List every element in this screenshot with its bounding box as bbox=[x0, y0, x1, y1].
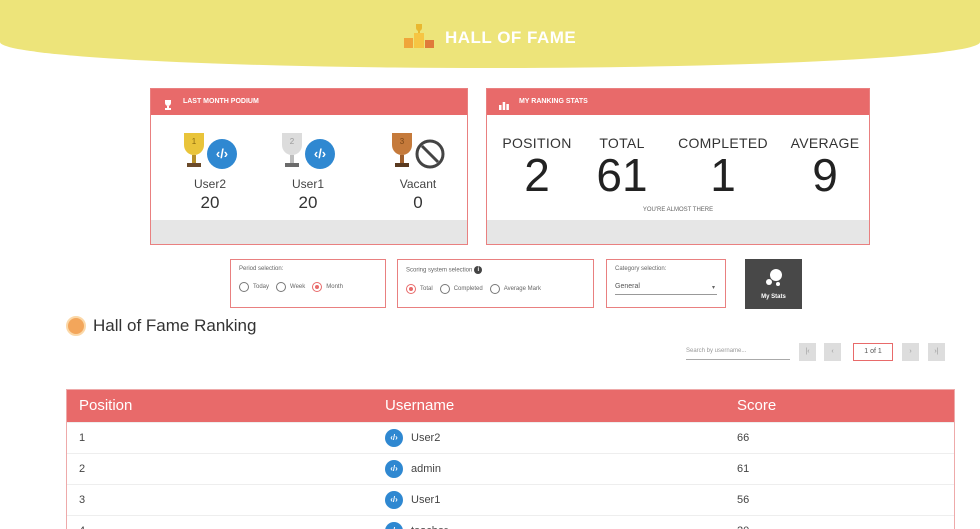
bronze-cup-icon: 3 bbox=[392, 133, 412, 167]
page-title: HALL OF FAME bbox=[0, 24, 980, 53]
period-option-week[interactable]: Week bbox=[276, 282, 305, 292]
podium-entry-first: 1 ‹/› User2 20 bbox=[165, 133, 255, 213]
code-icon: ‹/› bbox=[385, 522, 403, 529]
code-icon: ‹/› bbox=[385, 429, 403, 447]
gold-cup-icon: 1 bbox=[184, 133, 204, 167]
radio-icon[interactable] bbox=[239, 282, 249, 292]
scoring-option-completed[interactable]: Completed bbox=[439, 284, 483, 294]
table-row[interactable]: 2 ‹/› admin 61 bbox=[67, 453, 954, 484]
period-option-month[interactable]: Month bbox=[312, 282, 343, 292]
svg-text:2: 2 bbox=[290, 137, 295, 146]
stat-value: 9 bbox=[812, 149, 838, 201]
scoring-system-box: Scoring system selection i Total Complete… bbox=[397, 259, 594, 308]
table-row[interactable]: 1 ‹/› User2 66 bbox=[67, 422, 954, 453]
username-search-input[interactable]: Search by username... bbox=[686, 348, 790, 360]
ranking-card-header: MY RANKING STATS bbox=[487, 89, 869, 115]
radio-selected-icon[interactable] bbox=[406, 284, 416, 294]
stat-total: TOTAL 61 bbox=[587, 135, 657, 199]
podium-score: 20 bbox=[200, 193, 220, 212]
my-stats-label: My Stats bbox=[761, 294, 786, 300]
radio-selected-icon[interactable] bbox=[312, 282, 323, 292]
page-title-text: HALL OF FAME bbox=[444, 27, 577, 47]
podium-entry-third: 3 Vacant 0 bbox=[373, 133, 463, 213]
row-position: 1 bbox=[79, 432, 86, 444]
radio-icon[interactable] bbox=[439, 284, 450, 294]
stat-value: 1 bbox=[710, 149, 736, 201]
encouragement-text: YOU'RE ALMOST THERE bbox=[642, 207, 714, 213]
page: HALL OF FAME LAST MONTH PODIUM 1 ‹/› Use… bbox=[0, 0, 980, 529]
podium-score: 20 bbox=[298, 193, 318, 212]
code-icon: ‹/› bbox=[385, 491, 403, 509]
table-row[interactable]: 3 ‹/› User1 56 bbox=[67, 484, 954, 515]
row-position: 3 bbox=[79, 494, 86, 506]
stat-average: AVERAGE 9 bbox=[785, 135, 865, 199]
ranking-table: Position Username Score 1 ‹/› User2 66 2 … bbox=[66, 389, 955, 529]
code-icon: ‹/› bbox=[385, 460, 403, 478]
podium-name: Vacant bbox=[399, 177, 437, 191]
scoring-option-total[interactable]: Total bbox=[406, 284, 433, 294]
stat-completed: COMPLETED 1 bbox=[673, 135, 773, 199]
row-score: 56 bbox=[737, 494, 750, 506]
category-selection-box: Category selection: General ▾ bbox=[606, 259, 726, 308]
hall-of-fame-heading: Hall of Fame Ranking bbox=[66, 316, 256, 336]
podium-card-title: LAST MONTH PODIUM bbox=[182, 98, 259, 105]
info-icon[interactable]: i bbox=[474, 266, 483, 274]
ranking-card-footer bbox=[487, 220, 869, 244]
scoring-system-label: Scoring system selection i bbox=[406, 266, 585, 274]
period-selection-box: Period selection: Today Week Month bbox=[230, 259, 386, 308]
column-header-score[interactable]: Score bbox=[737, 397, 776, 414]
podium-entry-second: 2 ‹/› User1 20 bbox=[263, 133, 353, 213]
bubbles-icon bbox=[765, 269, 782, 286]
blocked-icon bbox=[415, 139, 445, 169]
row-position: 2 bbox=[79, 463, 86, 475]
row-user: ‹/› User2 bbox=[385, 429, 440, 447]
period-selection-label: Period selection: bbox=[239, 266, 284, 272]
last-month-podium-card: LAST MONTH PODIUM 1 ‹/› User2 20 2 ‹/› U… bbox=[150, 88, 468, 245]
svg-text:3: 3 bbox=[400, 137, 405, 146]
row-user: ‹/›teacher bbox=[385, 522, 448, 529]
row-score: 61 bbox=[737, 463, 750, 475]
last-page-button[interactable]: ›| bbox=[928, 343, 945, 361]
table-row[interactable]: 4 ‹/›teacher 20 bbox=[67, 515, 954, 529]
row-user: ‹/› admin bbox=[385, 460, 441, 478]
trophy-icon bbox=[163, 96, 173, 111]
code-icon: ‹/› bbox=[305, 139, 335, 169]
category-selection-label: Category selection: bbox=[615, 266, 667, 272]
stat-value: 2 bbox=[524, 149, 550, 201]
column-header-username[interactable]: Username bbox=[385, 397, 454, 414]
row-user: ‹/› User1 bbox=[385, 491, 440, 509]
scoring-option-average[interactable]: Average Mark bbox=[489, 284, 541, 294]
column-header-position[interactable]: Position bbox=[79, 397, 132, 414]
table-header: Position Username Score bbox=[67, 390, 954, 422]
podium-card-footer bbox=[151, 220, 467, 244]
podium-name: User2 bbox=[193, 177, 226, 191]
row-score: 66 bbox=[737, 432, 750, 444]
stat-value: 61 bbox=[596, 149, 648, 201]
radio-icon[interactable] bbox=[489, 284, 500, 294]
silver-cup-icon: 2 bbox=[282, 133, 302, 167]
bar-chart-icon bbox=[499, 96, 509, 111]
podium-name: User1 bbox=[291, 177, 324, 191]
page-indicator: 1 of 1 bbox=[853, 343, 893, 361]
row-score: 20 bbox=[737, 525, 749, 529]
ranking-card-title: MY RANKING STATS bbox=[518, 98, 588, 105]
first-page-button[interactable]: |‹ bbox=[799, 343, 816, 361]
period-option-today[interactable]: Today bbox=[239, 282, 269, 292]
podium-card-header: LAST MONTH PODIUM bbox=[151, 89, 467, 115]
prev-page-button[interactable]: ‹ bbox=[824, 343, 841, 361]
radio-icon[interactable] bbox=[276, 282, 287, 292]
chevron-down-icon: ▾ bbox=[711, 285, 715, 291]
podium-trophy-icon bbox=[403, 24, 434, 53]
stat-position: POSITION 2 bbox=[497, 135, 577, 199]
hall-of-fame-icon bbox=[66, 316, 86, 336]
row-position: 4 bbox=[79, 525, 85, 529]
podium-score: 0 bbox=[413, 193, 423, 212]
my-stats-button[interactable]: My Stats bbox=[745, 259, 802, 309]
category-select[interactable]: General ▾ bbox=[615, 283, 717, 295]
code-icon: ‹/› bbox=[207, 139, 237, 169]
my-ranking-stats-card: MY RANKING STATS POSITION 2 TOTAL 61 COM… bbox=[486, 88, 870, 245]
svg-text:1: 1 bbox=[192, 137, 197, 146]
next-page-button[interactable]: › bbox=[902, 343, 919, 361]
